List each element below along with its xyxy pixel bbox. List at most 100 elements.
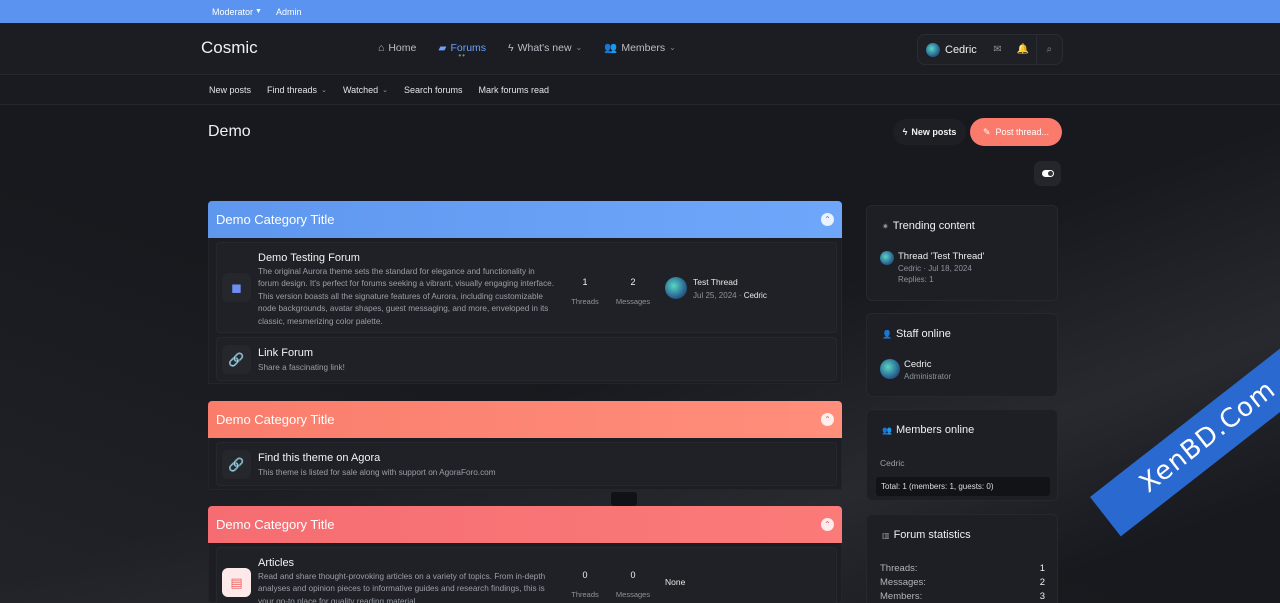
category-header[interactable]: Demo Category Title ⌃ xyxy=(208,401,842,438)
new-posts-button[interactable]: ϟ New posts xyxy=(893,119,966,145)
trending-thread-link[interactable]: Thread 'Test Thread' xyxy=(898,251,984,262)
threads-stat: 0 Threads xyxy=(566,568,604,599)
subnav-search-forums[interactable]: Search forums xyxy=(404,85,463,95)
bolt-icon: ϟ xyxy=(508,41,514,54)
threads-label: Threads xyxy=(571,297,599,306)
node-title[interactable]: Find this theme on Agora xyxy=(258,452,380,464)
nav-members-label: Members xyxy=(621,41,666,54)
staff-name-link[interactable]: Cedric xyxy=(904,359,951,370)
toggle-icon xyxy=(1041,170,1054,177)
post-thread-label: Post thread... xyxy=(995,127,1050,137)
bolt-icon: ϟ xyxy=(902,127,908,137)
node-agora: 🔗 Find this theme on Agora This theme is… xyxy=(216,442,837,486)
threads-label: Threads xyxy=(571,590,599,599)
forum-statistics-widget: ▥ Forum statistics Threads: 1 Messages: 2 M… xyxy=(866,514,1058,603)
trending-meta: Cedric · Jul 18, 2024 xyxy=(898,264,972,273)
subnav-new-posts[interactable]: New posts xyxy=(209,85,251,95)
chevron-down-icon: ⌄ xyxy=(669,43,676,52)
admin-link[interactable]: Admin xyxy=(276,7,302,17)
chevron-down-icon: ▼ xyxy=(255,8,262,15)
subnav-mark-read[interactable]: Mark forums read xyxy=(479,85,550,95)
avatar[interactable] xyxy=(880,359,900,379)
inbox-icon[interactable]: ✉ xyxy=(985,35,1010,64)
main-nav: ⌂ Home ▰ Forums •• ϟ What's new ⌄ 👥 Members ⌄ xyxy=(378,41,698,61)
latest-thread-link[interactable]: Test Thread xyxy=(693,277,767,287)
stat-value: 3 xyxy=(1039,591,1045,602)
node-title[interactable]: Demo Testing Forum xyxy=(258,252,360,264)
collapse-icon[interactable]: ⌃ xyxy=(821,518,834,531)
node-title[interactable]: Link Forum xyxy=(258,347,313,359)
edit-icon: ✎ xyxy=(982,126,991,137)
widget-title: Members online xyxy=(895,424,975,436)
moderator-menu[interactable]: Moderator ▼ xyxy=(212,7,262,17)
chevron-down-icon: ⌄ xyxy=(382,87,388,94)
node-link-forum: 🔗 Link Forum Share a fascinating link! xyxy=(216,337,837,381)
latest-post: Test Thread Jul 25, 2024 · Cedric xyxy=(665,277,767,300)
messages-stat: 2 Messages xyxy=(614,275,652,306)
account-name: Cedric xyxy=(945,43,977,56)
avatar xyxy=(926,42,940,57)
category-panel: ▤ Articles Read and share thought-provok… xyxy=(208,543,842,603)
category-panel: ◼ Demo Testing Forum The original Aurora… xyxy=(208,238,842,384)
node-description: Share a fascinating link! xyxy=(258,363,345,372)
collapse-icon[interactable]: ⌃ xyxy=(821,213,834,226)
collapse-icon[interactable]: ⌃ xyxy=(821,413,834,426)
chevron-down-icon: ⌄ xyxy=(321,87,327,94)
latest-date: Jul 25, 2024 xyxy=(693,291,737,300)
stat-label: Messages: xyxy=(880,577,926,588)
avatar[interactable] xyxy=(880,251,894,265)
stat-value: 1 xyxy=(1039,563,1045,574)
latest-user-link[interactable]: Cedric xyxy=(744,291,767,300)
watermark: XenBD.Com xyxy=(1090,336,1280,537)
messages-label: Messages xyxy=(615,297,651,306)
new-posts-label: New posts xyxy=(911,127,957,137)
sub-nav: New posts Find threads ⌄ Watched ⌄ Search … xyxy=(0,76,1280,105)
messages-count: 2 xyxy=(630,277,636,287)
site-logo[interactable]: Cosmic xyxy=(201,38,258,58)
link-icon: 🔗 xyxy=(222,450,251,479)
online-total: Total: 1 (members: 1, guests: 0) xyxy=(876,477,1050,496)
chart-icon: ▥ xyxy=(882,530,890,540)
nav-forums-label: Forums xyxy=(450,41,487,54)
trending-widget: ✷ Trending content Thread 'Test Thread' C… xyxy=(866,205,1058,301)
messages-label: Messages xyxy=(615,590,651,599)
members-icon: 👥 xyxy=(604,42,618,54)
search-icon[interactable]: ⌕ xyxy=(1037,35,1062,64)
widget-title: Forum statistics xyxy=(893,529,971,541)
avatar[interactable] xyxy=(665,277,687,299)
nav-home-label: Home xyxy=(388,41,417,54)
more-dots-icon[interactable]: •• xyxy=(458,51,466,60)
online-member-link[interactable]: Cedric xyxy=(880,458,905,468)
stat-row: Messages: 2 xyxy=(880,577,1045,588)
account-link[interactable]: Cedric xyxy=(918,42,985,57)
nav-home[interactable]: ⌂ Home xyxy=(378,41,416,54)
subnav-watched-label: Watched xyxy=(342,85,379,95)
trending-icon: ✷ xyxy=(882,221,889,231)
nav-members[interactable]: 👥 Members ⌄ xyxy=(604,41,676,55)
stat-value: 2 xyxy=(1039,577,1045,588)
bell-icon[interactable]: 🔔 xyxy=(1010,35,1035,64)
category-title: Demo Category Title xyxy=(216,517,335,532)
nav-forums[interactable]: ▰ Forums •• xyxy=(438,41,487,61)
staff-online-widget: 👤 Staff online Cedric Administrator xyxy=(866,313,1058,397)
trending-replies: Replies: 1 xyxy=(898,275,934,284)
nav-whats-new-label: What's new xyxy=(517,41,572,54)
category-panel: 🔗 Find this theme on Agora This theme is… xyxy=(208,438,842,490)
subnav-watched[interactable]: Watched ⌄ xyxy=(343,85,388,95)
subnav-find-threads[interactable]: Find threads ⌄ xyxy=(267,85,327,95)
subnav-find-threads-label: Find threads xyxy=(267,85,318,95)
style-toggle[interactable] xyxy=(1034,161,1061,186)
nav-whats-new[interactable]: ϟ What's new ⌄ xyxy=(508,41,582,54)
user-icon: 👤 xyxy=(882,329,892,339)
node-description: This theme is listed for sale along with… xyxy=(258,468,496,477)
category-header[interactable]: Demo Category Title ⌃ xyxy=(208,201,842,238)
forum-icon: ◼ xyxy=(222,273,251,302)
forums-icon: ▰ xyxy=(438,41,447,54)
trending-item: Thread 'Test Thread' Cedric · Jul 18, 20… xyxy=(880,251,984,284)
threads-count: 1 xyxy=(582,277,588,287)
node-title[interactable]: Articles xyxy=(258,557,294,569)
members-online-widget: 👥 Members online Cedric Total: 1 (members… xyxy=(866,409,1058,501)
user-box: Cedric ✉ 🔔 ⌕ xyxy=(917,34,1063,65)
post-thread-button[interactable]: ✎ Post thread... xyxy=(970,118,1062,146)
category-header[interactable]: Demo Category Title ⌃ xyxy=(208,506,842,543)
